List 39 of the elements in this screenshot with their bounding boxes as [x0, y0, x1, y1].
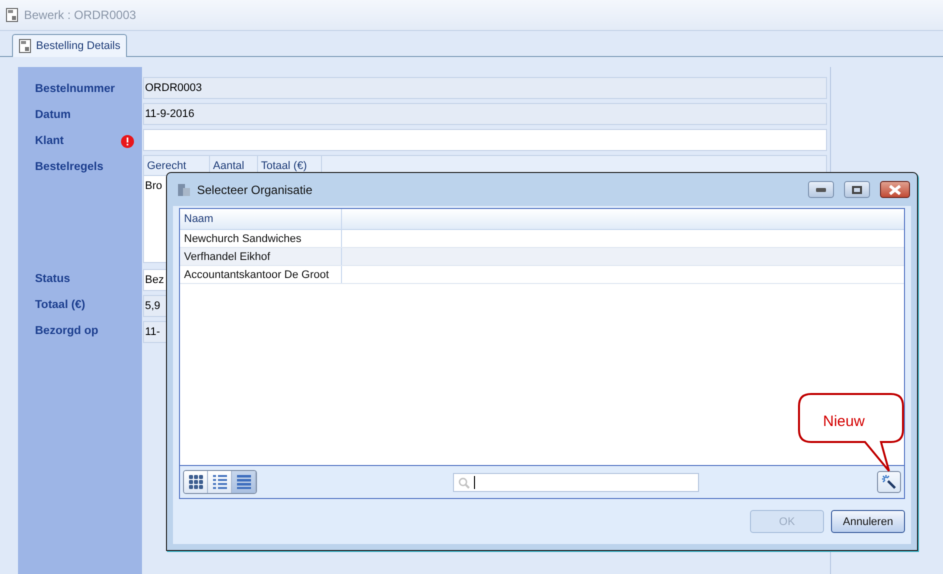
- dialog-button[interactable]: Annuleren: [831, 510, 905, 533]
- close-button[interactable]: [880, 181, 910, 198]
- minimize-icon: [816, 188, 826, 192]
- close-icon: [889, 184, 901, 194]
- field-label: Bestelregels: [35, 161, 104, 173]
- search-field[interactable]: [453, 472, 699, 492]
- table-cell[interactable]: Accountantskantoor De Groot: [180, 266, 342, 283]
- field-label: Bestelnummer: [35, 83, 115, 95]
- field-label: Totaal (€): [35, 299, 86, 311]
- list-icon: [212, 475, 226, 489]
- maximize-icon: [852, 186, 862, 194]
- field-label: Klant: [35, 135, 64, 147]
- field-label: Status: [35, 273, 70, 285]
- callout-text: Nieuw: [823, 413, 865, 430]
- view-button[interactable]: [184, 471, 208, 493]
- window-title: Bewerk : ORDR0003: [24, 8, 136, 22]
- new-button[interactable]: [877, 471, 901, 493]
- dialog-title: Selecteer Organisatie: [197, 182, 314, 196]
- document-icon: [6, 8, 18, 22]
- text-field[interactable]: 11-9-2016: [143, 103, 827, 125]
- text-field[interactable]: [143, 129, 827, 151]
- document-icon: [19, 39, 31, 53]
- grid-icon: [188, 475, 202, 489]
- view-button[interactable]: [208, 471, 232, 493]
- field-label: Bezorgd op: [35, 325, 98, 337]
- search-icon: [458, 476, 470, 488]
- minimize-button[interactable]: [808, 181, 834, 198]
- table-cell[interactable]: Newchurch Sandwiches: [180, 230, 342, 247]
- column-header: Naam: [180, 209, 342, 229]
- view-button[interactable]: [232, 471, 256, 493]
- details-icon: [236, 475, 250, 489]
- maximize-button[interactable]: [844, 181, 870, 198]
- field-label: Datum: [35, 109, 71, 121]
- tab[interactable]: Bestelling Details: [12, 34, 128, 57]
- table-cell-text: Bro: [144, 179, 164, 194]
- text-field[interactable]: ORDR0003: [143, 77, 827, 99]
- building-icon: [177, 182, 191, 197]
- text-cursor: [474, 476, 475, 488]
- magic-wand-icon: [881, 474, 897, 490]
